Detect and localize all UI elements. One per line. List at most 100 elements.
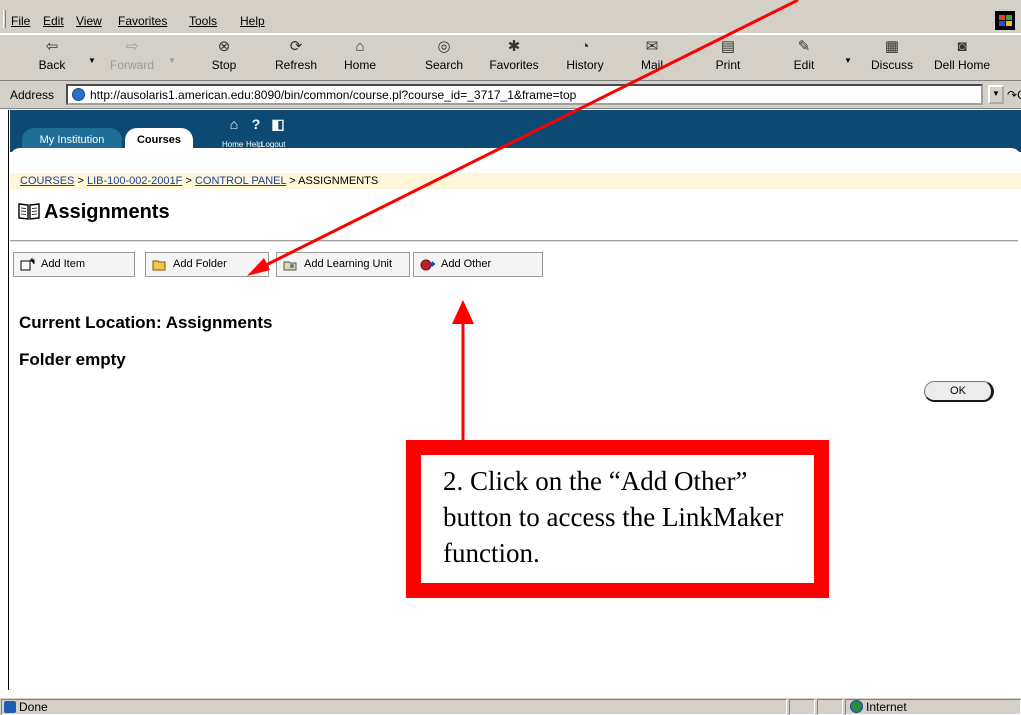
edit-button[interactable]: ✎ Edit [774, 35, 834, 81]
print-button[interactable]: ▤ Print [698, 35, 758, 81]
go-label: Go [1017, 88, 1021, 102]
back-button[interactable]: ⇦ Back [22, 35, 82, 81]
ie-page-icon [4, 701, 16, 713]
history-icon: ◔ [580, 38, 590, 55]
search-button[interactable]: ◎ Search [414, 35, 474, 81]
back-dropdown-icon[interactable]: ▼ [88, 56, 96, 65]
add-folder-icon [152, 260, 166, 271]
favorites-icon: ✱ [507, 38, 521, 55]
ok-button[interactable]: OK [924, 381, 994, 402]
add-learning-unit-icon [283, 261, 297, 271]
discuss-button[interactable]: ▦ Discuss [862, 35, 922, 81]
dell-home-icon: ◙ [957, 38, 967, 55]
menu-tools-label: Tools [189, 14, 218, 28]
breadcrumb-course[interactable]: LIB-100-002-2001F [87, 175, 182, 187]
home-icon: ⌂ [355, 38, 365, 55]
mail-icon: ✉ [645, 38, 659, 55]
dell-home-button[interactable]: ◙ Dell Home [929, 35, 995, 81]
add-learning-unit-label: Add Learning Unit [304, 258, 393, 270]
menu-grip [3, 10, 6, 28]
stop-label: Stop [211, 58, 237, 72]
menu-view[interactable]: View [76, 14, 102, 28]
print-label: Print [715, 58, 741, 72]
menu-file[interactable]: File [11, 14, 30, 28]
address-dropdown-icon[interactable]: ▼ [988, 85, 1004, 104]
instruction-text: 2. Click on the “Add Other” button to ac… [443, 466, 784, 568]
tab-courses-label: Courses [136, 134, 182, 146]
menu-view-label: View [76, 14, 102, 28]
add-item-label: Add Item [41, 258, 86, 270]
stop-button[interactable]: ⊗ Stop [194, 35, 254, 81]
ok-label: OK [950, 385, 966, 397]
go-button[interactable]: ↷Go [1007, 88, 1021, 102]
menu-tools[interactable]: Tools [189, 14, 217, 28]
book-icon [18, 203, 40, 220]
refresh-icon: ⟳ [289, 38, 303, 55]
forward-dropdown-icon[interactable]: ▼ [168, 56, 176, 65]
page-title: Assignments [18, 201, 170, 229]
back-arrow-icon: ⇦ [45, 38, 59, 55]
page-title-text: Assignments [44, 201, 170, 223]
breadcrumb-separator: > [289, 175, 296, 187]
edit-label: Edit [793, 58, 815, 72]
refresh-label: Refresh [274, 58, 318, 72]
add-other-label: Add Other [441, 258, 492, 270]
history-button[interactable]: ◔ History [555, 35, 615, 81]
header-icon-group: ⌂ ? ◧ Home Help Logout [222, 116, 324, 150]
content-panel-top [10, 148, 1021, 158]
menu-help[interactable]: Help [240, 14, 265, 28]
home-icon[interactable]: ⌂ [224, 116, 244, 132]
search-icon: ◎ [437, 38, 451, 55]
help-icon[interactable]: ? [246, 116, 266, 132]
standard-toolbar: ⇦ Back ▼ ⇨ Forward ▼ ⊗ Stop ⟳ Refresh ⌂ … [0, 35, 1021, 81]
favorites-button[interactable]: ✱ Favorites [484, 35, 544, 81]
add-item-button[interactable]: Add Item [13, 252, 135, 277]
breadcrumb-current: ASSIGNMENTS [298, 175, 379, 187]
address-bar: Address http://ausolaris1.american.edu:8… [0, 81, 1021, 109]
print-icon: ▤ [720, 38, 736, 55]
menu-file-label: File [11, 14, 31, 28]
status-bar: Done Internet [0, 697, 1021, 715]
discuss-icon: ▦ [884, 38, 900, 55]
menu-help-label: Help [240, 14, 265, 28]
address-label: Address [10, 88, 55, 102]
logout-icon[interactable]: ◧ [268, 116, 288, 133]
menu-edit[interactable]: Edit [43, 14, 64, 28]
status-pane-zone: Internet [845, 699, 1021, 715]
breadcrumb-courses[interactable]: COURSES [20, 175, 74, 187]
add-learning-unit-button[interactable]: Add Learning Unit [276, 252, 410, 277]
instruction-callout: 2. Click on the “Add Other” button to ac… [406, 440, 829, 598]
discuss-label: Discuss [870, 58, 913, 72]
page-favicon-icon [72, 88, 85, 101]
add-other-icon [420, 259, 435, 271]
menu-bar: File Edit View Favorites Tools Help [0, 0, 1021, 34]
folder-status: Folder empty [19, 350, 126, 369]
edit-icon: ✎ [797, 38, 811, 55]
address-input[interactable]: http://ausolaris1.american.edu:8090/bin/… [66, 84, 983, 105]
home-label: Home [343, 58, 376, 72]
add-other-button[interactable]: Add Other [413, 252, 543, 277]
mail-button[interactable]: ✉ Mail [622, 35, 682, 81]
breadcrumb: COURSES > LIB-100-002-2001F > CONTROL PA… [10, 173, 1021, 189]
title-divider [10, 240, 1018, 242]
breadcrumb-control-panel[interactable]: CONTROL PANEL [195, 175, 286, 187]
status-text: Done [19, 700, 48, 714]
tab-my-institution-label: My Institution [39, 134, 105, 146]
search-label: Search [424, 58, 464, 72]
forward-button[interactable]: ⇨ Forward [102, 35, 162, 81]
address-url: http://ausolaris1.american.edu:8090/bin/… [90, 88, 577, 102]
status-pane-blank [789, 699, 815, 715]
edit-dropdown-icon[interactable]: ▼ [844, 56, 852, 65]
blackboard-header: My Institution Courses ⌂ ? ◧ Home Help L… [10, 110, 1021, 152]
current-location: Current Location: Assignments [19, 313, 273, 332]
status-pane-text: Done [1, 699, 787, 715]
home-button[interactable]: ⌂ Home [330, 35, 390, 81]
add-folder-button[interactable]: Add Folder [145, 252, 269, 277]
favorites-label: Favorites [489, 58, 539, 72]
mail-label: Mail [640, 58, 663, 72]
refresh-button[interactable]: ⟳ Refresh [266, 35, 326, 81]
windows-logo-icon [995, 11, 1015, 30]
forward-arrow-icon: ⇨ [125, 38, 139, 55]
frame-border [8, 110, 9, 690]
menu-favorites[interactable]: Favorites [118, 14, 167, 28]
